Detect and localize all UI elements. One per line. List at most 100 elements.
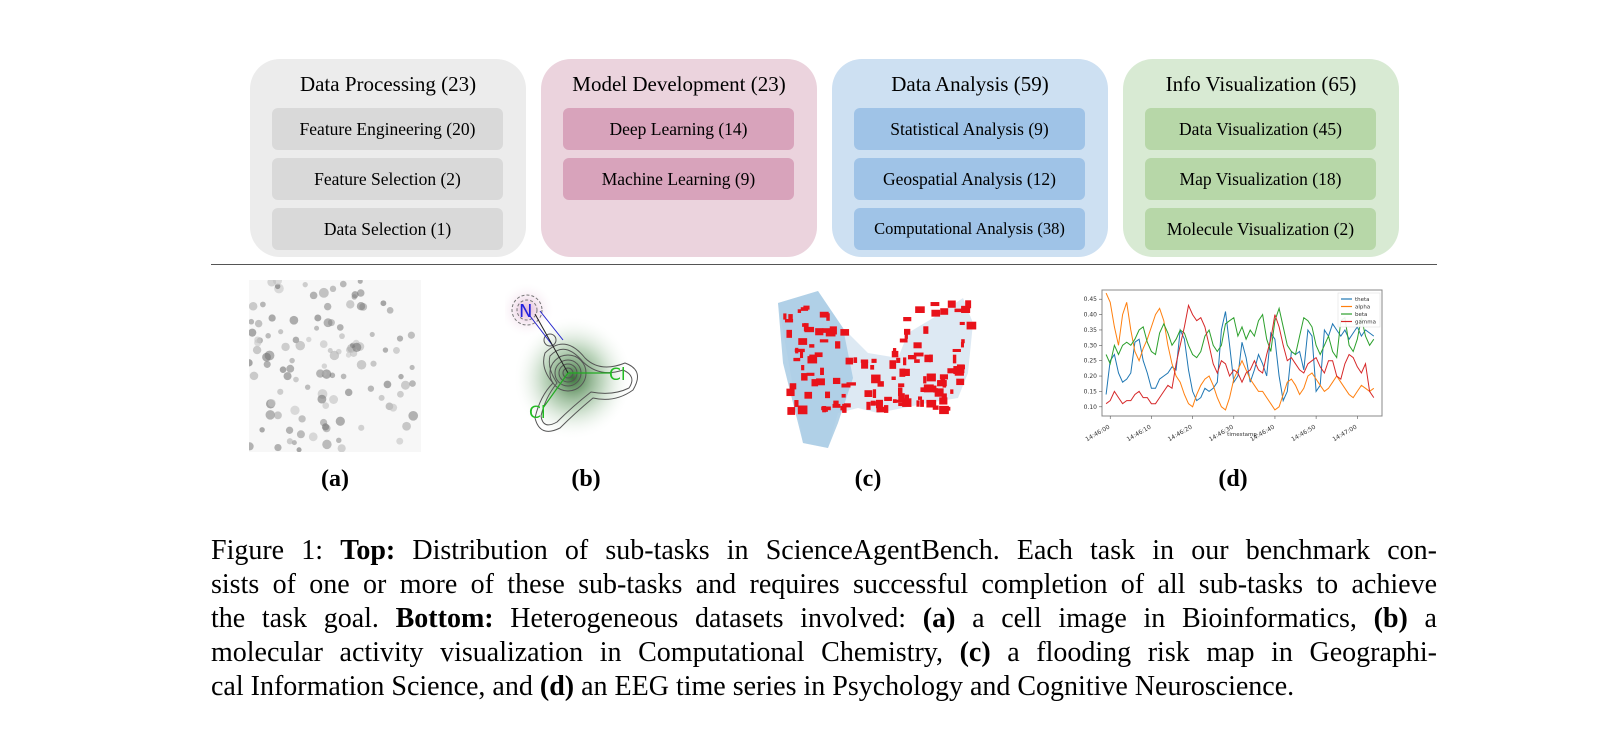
building-mark	[875, 401, 882, 406]
caption-text: molecular activity visualization in Comp…	[211, 637, 960, 668]
building-mark	[800, 307, 809, 311]
building-mark	[896, 399, 904, 403]
cell-dot	[393, 346, 400, 354]
subtask-box: Feature Selection (2)	[272, 158, 503, 200]
building-mark	[871, 358, 877, 363]
x-tick-label: 14:46:50	[1290, 424, 1317, 444]
building-mark	[899, 368, 906, 377]
x-tick-label: 14:47:00	[1331, 424, 1358, 444]
building-mark	[903, 317, 912, 322]
cell-dot	[318, 287, 329, 298]
caption-bold-text: (a)	[922, 603, 956, 634]
caption-text: the task goal.	[211, 603, 396, 634]
building-mark	[787, 407, 796, 415]
subtask-box: Deep Learning (14)	[563, 108, 794, 150]
caption-line: Figure 1: Top: Distribution of sub-tasks…	[211, 534, 1437, 568]
cell-dot	[407, 331, 415, 339]
subtask-box: Map Visualization (18)	[1145, 158, 1376, 200]
caption-line: sists of one or more of these sub-tasks …	[211, 568, 1437, 602]
caption-line: the task goal. Bottom: Heterogeneous dat…	[211, 602, 1437, 636]
building-mark	[801, 373, 808, 381]
cell-dot	[409, 380, 416, 387]
building-mark	[870, 400, 876, 406]
building-mark	[797, 405, 808, 415]
building-mark	[876, 406, 885, 413]
building-mark	[966, 321, 977, 330]
cell-dot	[321, 363, 328, 369]
cell-dot	[260, 301, 266, 308]
building-mark	[923, 326, 929, 334]
building-mark	[952, 354, 957, 364]
building-mark	[930, 302, 940, 307]
category-title: Data Analysis (59)	[891, 72, 1049, 96]
building-mark	[892, 399, 897, 403]
cell-dot	[265, 333, 271, 339]
cell-dot	[322, 439, 332, 450]
category-data-analysis: Data Analysis (59) Statistical Analysis …	[832, 59, 1108, 257]
cell-image	[249, 280, 421, 452]
cell-dot	[356, 302, 366, 311]
caption-text: Distribution of sub-tasks in ScienceAgen…	[395, 535, 1437, 566]
x-tick-label: 14:46:10	[1126, 424, 1153, 444]
cell-dot	[273, 411, 282, 420]
building-mark	[840, 329, 850, 336]
building-mark	[931, 309, 941, 317]
building-mark	[920, 399, 924, 407]
building-mark	[915, 306, 925, 313]
building-mark	[932, 405, 939, 410]
building-mark	[939, 397, 948, 405]
building-mark	[816, 378, 825, 386]
atom-label-n: N	[519, 301, 532, 322]
caption-bold-text: (c)	[959, 637, 991, 668]
y-tick-label: 0.30	[1084, 342, 1098, 349]
building-mark	[917, 396, 923, 400]
cell-dot	[249, 371, 259, 381]
cell-dot	[319, 340, 328, 348]
cell-dot	[309, 291, 318, 300]
cell-dot	[289, 357, 295, 364]
building-mark	[961, 339, 965, 344]
cell-dot	[274, 443, 282, 452]
building-mark	[804, 391, 813, 399]
cell-dot	[286, 364, 295, 373]
building-mark	[950, 389, 954, 394]
cell-dot	[358, 424, 365, 431]
building-mark	[884, 396, 892, 401]
building-mark	[789, 383, 797, 390]
building-mark	[872, 389, 877, 398]
category-title: Info Visualization (65)	[1165, 72, 1357, 96]
cell-dot	[249, 301, 258, 311]
building-mark	[870, 365, 875, 370]
building-mark	[939, 374, 949, 380]
y-tick-label: 0.15	[1084, 388, 1098, 395]
cell-dot	[278, 329, 284, 335]
building-mark	[940, 308, 949, 315]
cell-dot	[352, 342, 362, 352]
cell-dot	[254, 336, 262, 344]
cell-dot	[281, 342, 290, 352]
caption-bold-text: (d)	[539, 671, 575, 702]
caption-text: a	[1407, 603, 1437, 634]
building-mark	[939, 405, 949, 415]
cell-dot	[397, 390, 404, 398]
subtask-box: Geospatial Analysis (12)	[854, 158, 1085, 200]
subtask-box: Data Visualization (45)	[1145, 108, 1376, 150]
subtask-box: Machine Learning (9)	[563, 158, 794, 200]
caption-bold-text: (b)	[1373, 603, 1408, 634]
cell-dot	[344, 388, 353, 397]
building-mark	[861, 361, 869, 369]
molecule-image: N Cl Cl	[505, 282, 638, 440]
cell-dot	[290, 405, 300, 415]
atom-label-cl: Cl	[529, 403, 546, 423]
y-tick-label: 0.20	[1084, 373, 1098, 380]
cell-dot	[396, 335, 404, 342]
building-mark	[809, 344, 815, 348]
flood-risk-map	[778, 291, 977, 448]
building-mark	[820, 367, 824, 376]
subtask-box: Molecule Visualization (2)	[1145, 208, 1376, 250]
cell-dot	[286, 438, 293, 445]
building-mark	[899, 338, 908, 343]
cell-dot	[402, 421, 411, 431]
cell-dot	[302, 282, 308, 288]
building-mark	[853, 357, 858, 363]
